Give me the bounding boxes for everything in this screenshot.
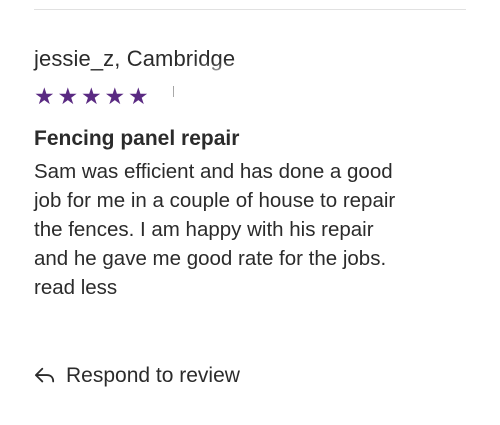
redacted-region <box>184 78 452 110</box>
star-icon: ★ <box>34 83 56 109</box>
review-title: Fencing panel repair <box>34 127 240 150</box>
top-divider <box>34 9 466 10</box>
review-body: Sam was efficient and has done a good jo… <box>34 157 466 302</box>
review-card: jessie_z, Cambridge ★★★★★ Fencing panel … <box>34 44 466 302</box>
star-rating: ★★★★★ <box>34 83 152 109</box>
respond-to-review-label: Respond to review <box>66 364 240 387</box>
respond-to-review-button[interactable]: Respond to review <box>34 362 240 390</box>
review-body-line: and he gave me good rate for the jobs. <box>34 247 387 270</box>
star-icon: ★ <box>104 83 127 109</box>
star-icon: ★ <box>57 83 80 109</box>
review-body-line: Sam was efficient and has done a good <box>34 160 393 183</box>
review-body-line: job for me in a couple of house to repai… <box>34 189 396 212</box>
star-icon: ★ <box>81 83 103 109</box>
separator <box>173 86 174 97</box>
reply-arrow-icon <box>35 367 55 383</box>
rating-row: ★★★★★ <box>34 78 466 110</box>
reviewer-name-location: jessie_z, Cambridge <box>34 46 236 71</box>
star-icon: ★ <box>128 83 150 109</box>
read-less-link[interactable]: read less <box>34 273 466 302</box>
review-body-line: the fences. I am happy with his repair <box>34 218 374 241</box>
